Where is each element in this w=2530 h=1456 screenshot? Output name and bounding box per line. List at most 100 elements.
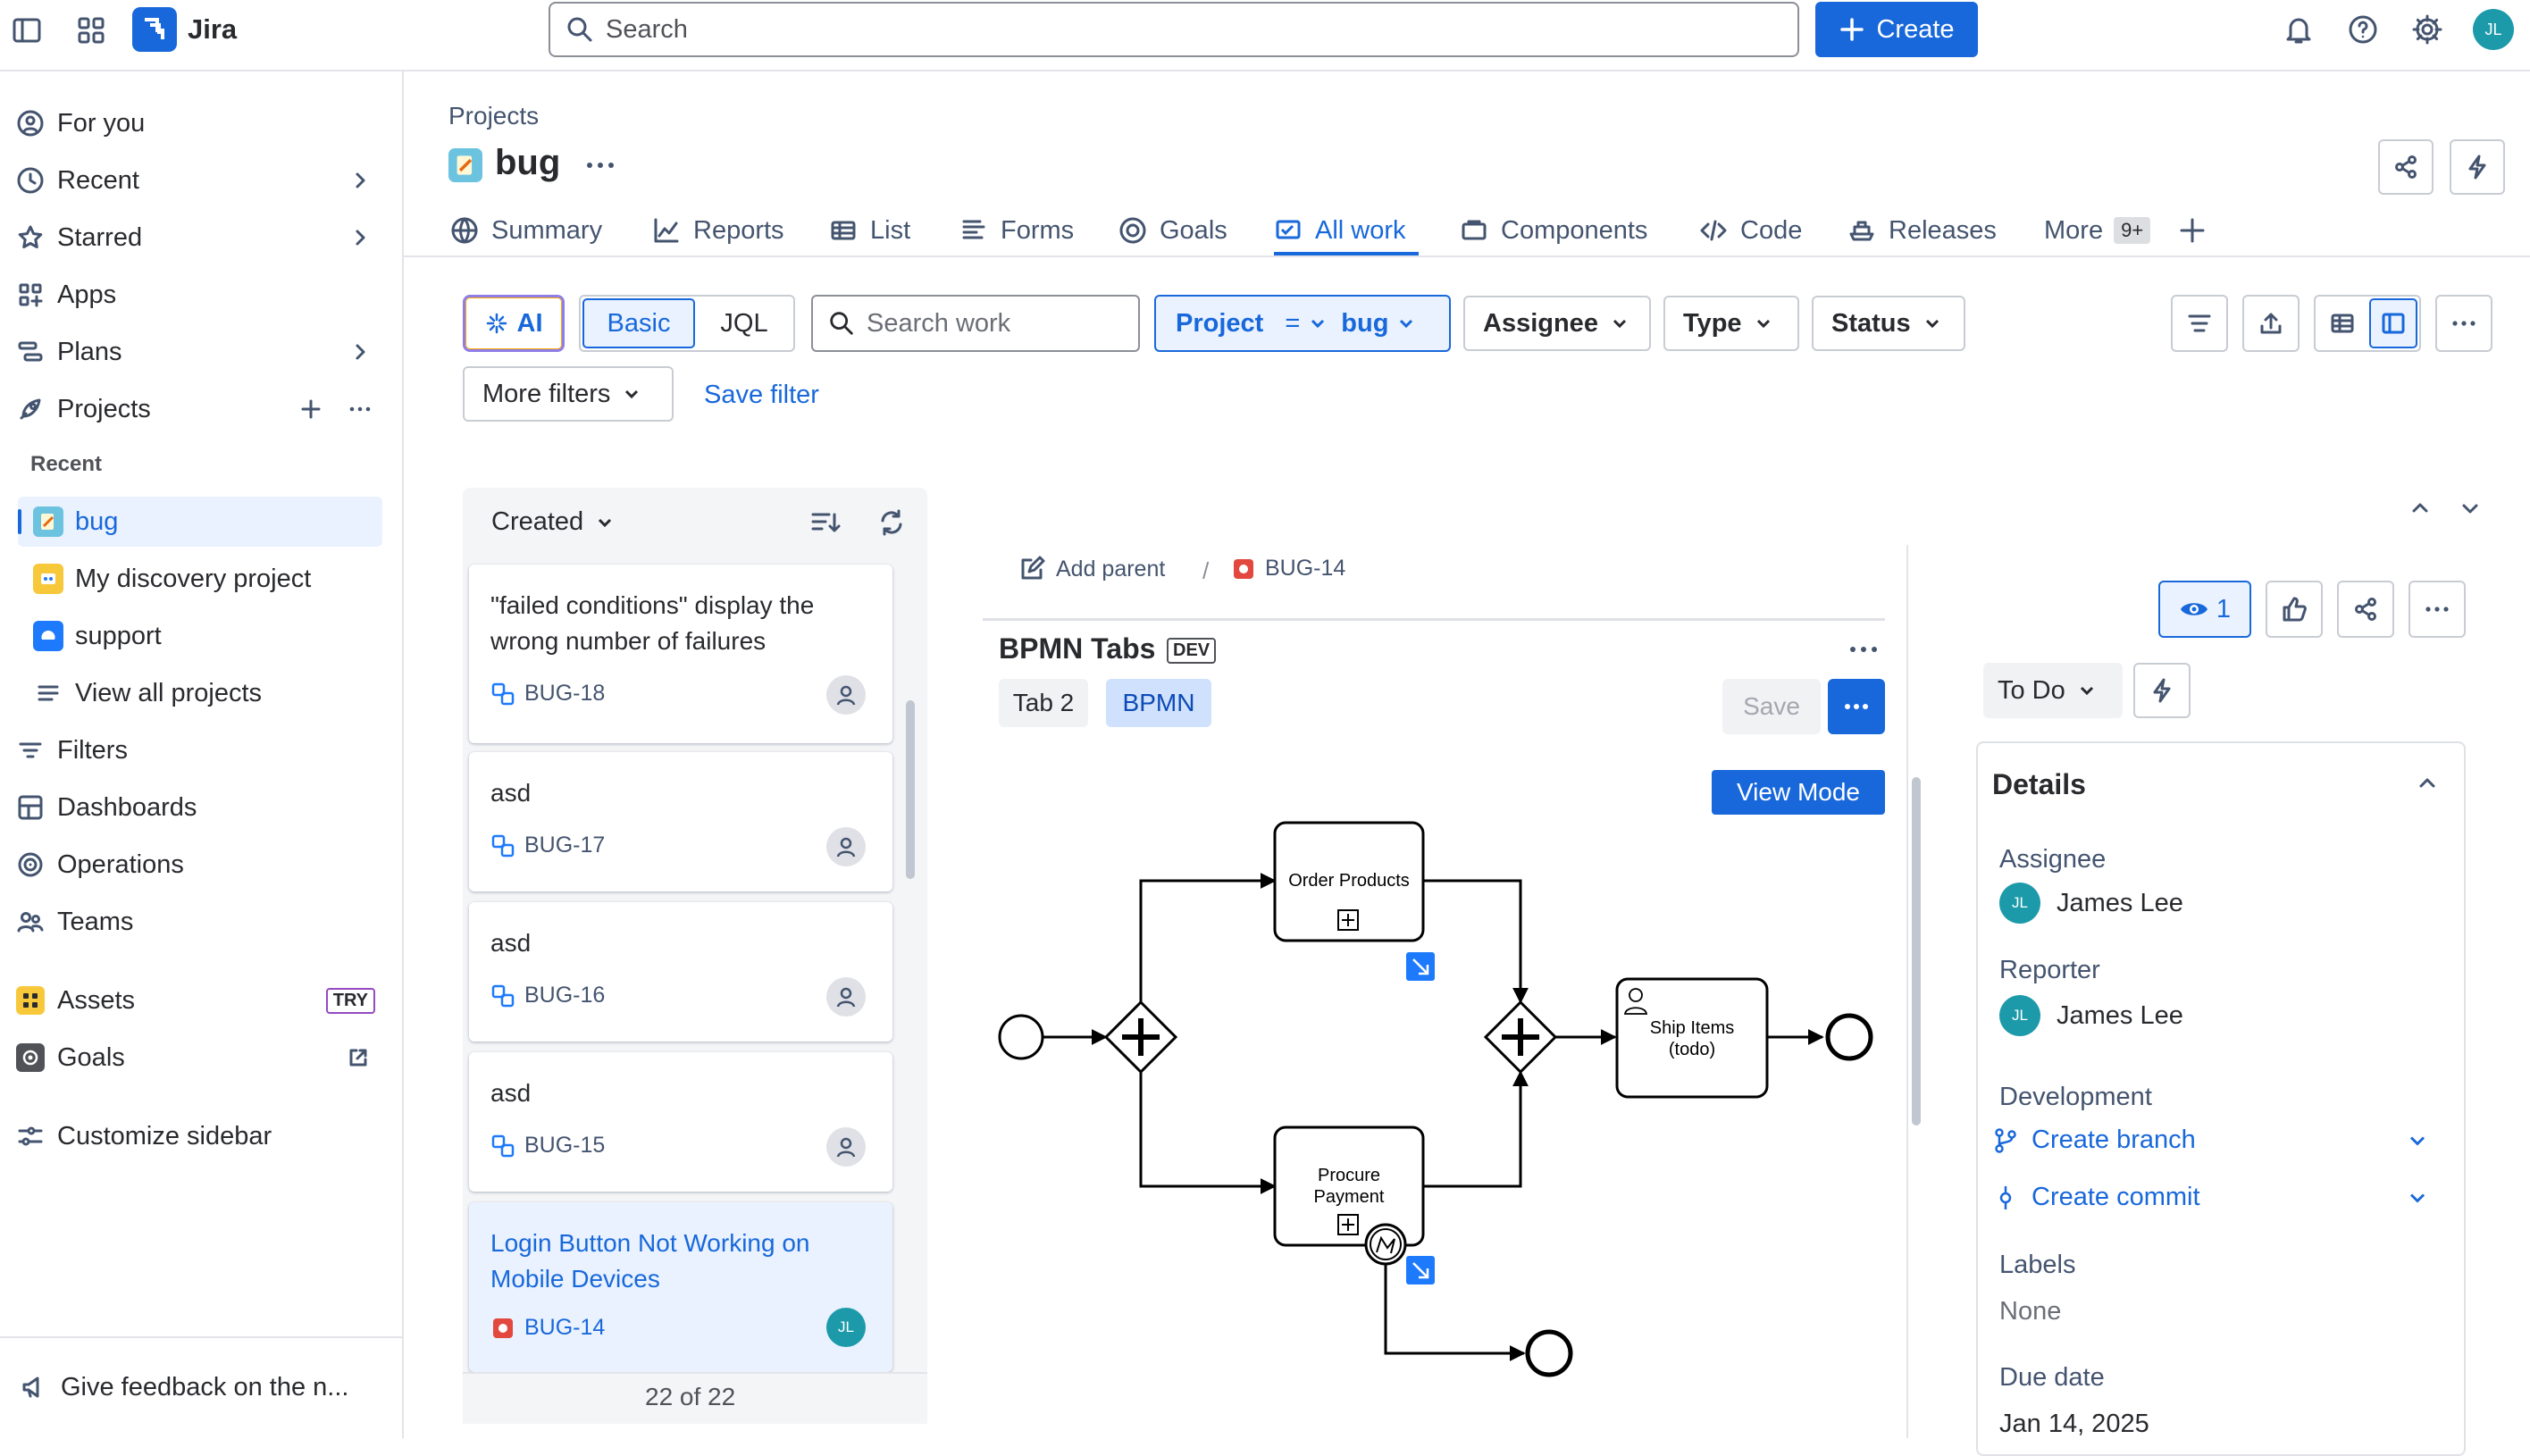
tab-code[interactable]: Code	[1699, 205, 1802, 255]
list-item[interactable]: asd BUG-15	[469, 1052, 892, 1192]
sidebar-item-operations[interactable]: Operations	[11, 840, 386, 890]
sort-order-icon[interactable]	[809, 507, 842, 538]
sidebar-item-projects[interactable]: Projects	[11, 384, 386, 434]
assignee-filter-button[interactable]: Assignee	[1463, 296, 1651, 351]
more-actions-button[interactable]	[2435, 295, 2492, 352]
notifications-bell-icon[interactable]	[2282, 13, 2316, 46]
tab-more[interactable]: More 9+	[2044, 205, 2151, 255]
sidebar-project-bug[interactable]: bug	[18, 497, 382, 547]
tab-all-work[interactable]: All work	[1274, 205, 1406, 255]
create-commit-link[interactable]: Create commit	[1992, 1183, 2430, 1212]
search-input[interactable]: Search	[549, 2, 1799, 57]
sidebar-project-support[interactable]: support	[18, 611, 382, 661]
chevron-up-icon[interactable]	[2414, 770, 2441, 797]
due-date-value[interactable]: Jan 14, 2025	[1999, 1410, 2149, 1439]
sort-created-button[interactable]: Created	[491, 507, 616, 537]
panel-more-icon[interactable]	[1846, 636, 1881, 663]
list-item[interactable]: "failed conditions" display the wrong nu…	[469, 565, 892, 743]
sidebar-item-apps[interactable]: Apps	[11, 270, 386, 320]
bpmn-error-end-event	[1525, 1329, 1573, 1377]
list-item-selected[interactable]: Login Button Not Working on Mobile Devic…	[469, 1202, 892, 1372]
search-work-input[interactable]: Search work	[811, 295, 1140, 352]
list-scrollbar[interactable]	[906, 700, 915, 879]
panel-tab-2[interactable]: Tab 2	[999, 679, 1088, 727]
ai-button[interactable]: AI	[463, 295, 565, 352]
development-label: Development	[1999, 1083, 2152, 1111]
help-icon[interactable]	[2346, 13, 2380, 46]
basic-mode-button[interactable]: Basic	[582, 298, 695, 348]
sidebar-item-goals[interactable]: Goals	[11, 1033, 386, 1083]
megaphone-icon	[16, 1373, 52, 1402]
sidebar-project-my-discovery-project[interactable]: My discovery project	[18, 554, 382, 604]
sidebar-view-all-projects[interactable]: View all projects	[18, 668, 382, 718]
save-button[interactable]: Save	[1722, 679, 1821, 734]
assignee-field[interactable]: JL James Lee	[1999, 883, 2183, 924]
more-options-icon[interactable]	[347, 396, 373, 423]
reporter-field[interactable]: JL James Lee	[1999, 995, 2183, 1036]
share-issue-button[interactable]	[2337, 581, 2394, 638]
tab-list[interactable]: List	[829, 205, 910, 255]
app-switcher-icon[interactable]	[75, 14, 107, 46]
give-feedback-button[interactable]: Give feedback on the n...	[11, 1362, 386, 1412]
sidebar-item-plans[interactable]: Plans	[11, 327, 386, 377]
sidebar-customize[interactable]: Customize sidebar	[11, 1111, 386, 1161]
dashboard-icon	[13, 793, 48, 822]
save-filter-link[interactable]: Save filter	[704, 381, 819, 410]
panel-tab-bpmn[interactable]: BPMN	[1106, 679, 1211, 727]
list-item[interactable]: asd BUG-17	[469, 752, 892, 891]
tab-releases[interactable]: Releases	[1847, 205, 1997, 255]
issue-automation-button[interactable]	[2133, 663, 2191, 718]
export-button[interactable]	[2242, 295, 2300, 352]
detail-view-button[interactable]	[2369, 298, 2417, 348]
sidebar-item-starred[interactable]: Starred	[11, 213, 386, 263]
type-filter-button[interactable]: Type	[1663, 296, 1799, 351]
tab-summary[interactable]: Summary	[450, 205, 602, 255]
sidebar-item-filters[interactable]: Filters	[11, 725, 386, 775]
settings-gear-icon[interactable]	[2410, 13, 2444, 46]
sort-lines-button[interactable]	[2171, 295, 2228, 352]
bpmn-label-todo: (todo)	[1669, 1040, 1715, 1059]
add-project-plus-icon[interactable]	[298, 397, 323, 422]
list-view-button[interactable]	[2319, 300, 2366, 347]
automation-button[interactable]	[2450, 139, 2505, 195]
tab-goals[interactable]: Goals	[1118, 205, 1227, 255]
app-name[interactable]: Jira	[188, 13, 237, 46]
status-dropdown[interactable]: To Do	[1983, 663, 2123, 718]
collapse-down-icon[interactable]	[2457, 495, 2484, 522]
detail-scrollbar[interactable]	[1912, 777, 1921, 1125]
create-button[interactable]: Create	[1815, 2, 1978, 57]
tab-reports[interactable]: Reports	[652, 205, 784, 255]
sidebar-item-teams[interactable]: Teams	[11, 897, 386, 947]
sidebar-item-recent[interactable]: Recent	[11, 155, 386, 205]
add-tab-plus-icon[interactable]	[2178, 216, 2207, 245]
labels-value[interactable]: None	[1999, 1297, 2061, 1326]
sidebar-item-for-you[interactable]: For you	[11, 98, 386, 148]
create-branch-link[interactable]: Create branch	[1992, 1125, 2430, 1155]
share-button[interactable]	[2378, 139, 2434, 195]
tab-forms[interactable]: Forms	[959, 205, 1074, 255]
breadcrumb-projects[interactable]: Projects	[448, 102, 539, 130]
like-button[interactable]	[2266, 581, 2323, 638]
jira-logo[interactable]	[132, 7, 177, 52]
issue-key-breadcrumb[interactable]: BUG-14	[1231, 556, 1345, 582]
status-filter-button[interactable]: Status	[1812, 296, 1965, 351]
more-filters-button[interactable]: More filters	[463, 366, 674, 422]
sidebar-item-dashboards[interactable]: Dashboards	[11, 782, 386, 833]
user-avatar[interactable]: JL	[2473, 9, 2514, 50]
add-parent-button[interactable]: Add parent	[1018, 556, 1165, 582]
jql-mode-button[interactable]: JQL	[697, 298, 792, 348]
project-title: bug	[495, 143, 561, 182]
tab-components[interactable]: Components	[1460, 205, 1647, 255]
chevron-down-icon	[621, 383, 642, 405]
watch-button[interactable]: 1	[2158, 581, 2251, 638]
sidebar-toggle-icon[interactable]	[11, 14, 43, 46]
bpmn-diagram[interactable]: Order Products Procure Payment Ship Item…	[983, 804, 1894, 1385]
collapse-up-icon[interactable]	[2407, 495, 2434, 522]
refresh-icon[interactable]	[875, 507, 908, 538]
project-more-icon[interactable]	[582, 152, 618, 179]
list-item[interactable]: asd BUG-16	[469, 902, 892, 1042]
panel-actions-button[interactable]	[1828, 679, 1885, 734]
project-filter-button[interactable]: Project = bug	[1154, 295, 1451, 352]
issue-more-button[interactable]	[2409, 581, 2466, 638]
sidebar-item-assets[interactable]: Assets TRY	[11, 975, 386, 1025]
